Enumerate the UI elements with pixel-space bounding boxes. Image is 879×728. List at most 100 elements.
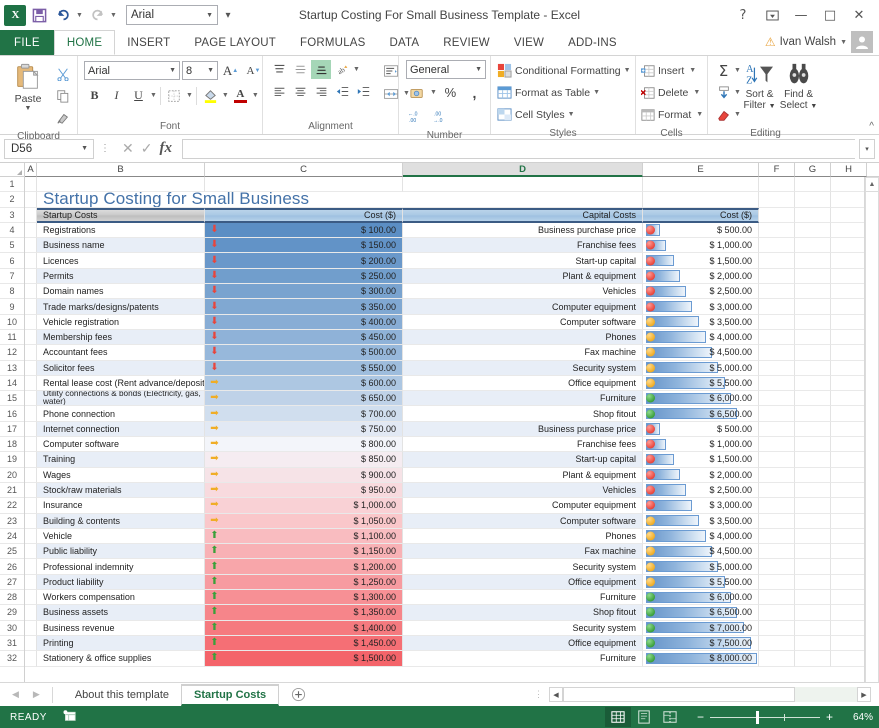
startup-cost-value[interactable]: ⬇ $ 150.00 [205, 238, 403, 254]
tab-home[interactable]: HOME [53, 30, 116, 55]
cell-F4[interactable] [759, 222, 795, 239]
capital-cost-value[interactable]: $ 5,000.00 [643, 360, 759, 376]
startup-cost-label[interactable]: Product liability [37, 574, 205, 591]
capital-cost-label[interactable]: Computer software [403, 314, 643, 330]
startup-cost-label[interactable]: Registrations [37, 222, 205, 239]
header-startup-costs[interactable]: Startup Costs [37, 207, 205, 223]
row-header-3[interactable]: 3 [0, 208, 24, 223]
cell-G25[interactable] [795, 544, 831, 560]
underline-button[interactable]: U [128, 85, 149, 106]
startup-cost-value[interactable]: ⬇ $ 200.00 [205, 253, 403, 269]
cell-G26[interactable] [795, 559, 831, 575]
capital-cost-value[interactable]: $ 500.00 [643, 421, 759, 438]
startup-cost-label[interactable]: Building & contents [37, 513, 205, 529]
cell-G27[interactable] [795, 574, 831, 591]
startup-cost-label[interactable]: Vehicle [37, 528, 205, 545]
cell-A23[interactable] [25, 513, 37, 529]
startup-cost-label[interactable]: Printing [37, 635, 205, 652]
cell-A29[interactable] [25, 605, 37, 621]
decrease-decimal-icon[interactable]: .00 →.0 [431, 106, 452, 127]
maximize-icon[interactable]: □ [816, 4, 844, 26]
cell-F17[interactable] [759, 421, 795, 438]
column-header-a[interactable]: A [25, 163, 37, 177]
cell-F1[interactable] [759, 177, 795, 193]
minimize-icon[interactable]: — [787, 4, 815, 26]
column-header-e[interactable]: E [643, 163, 759, 177]
capital-cost-label[interactable]: Office equipment [403, 635, 643, 652]
capital-cost-value[interactable]: $ 6,500.00 [643, 406, 759, 422]
column-header-d[interactable]: D [403, 163, 643, 177]
capital-cost-value[interactable]: $ 1,000.00 [643, 437, 759, 453]
row-header-27[interactable]: 27 [0, 575, 24, 591]
cell-F12[interactable] [759, 345, 795, 361]
underline-dropdown-icon[interactable]: ▼ [150, 92, 157, 99]
row-header-11[interactable]: 11 [0, 330, 24, 346]
startup-cost-label[interactable]: Accountant fees [37, 345, 205, 361]
capital-cost-label[interactable]: Furniture [403, 651, 643, 667]
tab-formulas[interactable]: FORMULAS [288, 30, 378, 55]
cell-A32[interactable] [25, 651, 37, 667]
capital-cost-label[interactable]: Security system [403, 620, 643, 636]
format-as-table-button[interactable]: Format as Table ▼ [497, 82, 600, 103]
startup-cost-label[interactable]: Public liability [37, 544, 205, 560]
zoom-slider[interactable] [709, 710, 820, 724]
startup-cost-value[interactable]: ⬆ $ 1,150.00 [205, 544, 403, 560]
cell-G19[interactable] [795, 452, 831, 468]
paste-dropdown-icon[interactable]: ▼ [25, 105, 32, 112]
sheet-tab-startup-costs[interactable]: Startup Costs [181, 683, 280, 706]
align-right-icon[interactable] [311, 82, 331, 101]
borders-icon[interactable] [164, 85, 185, 106]
row-header-14[interactable]: 14 [0, 376, 24, 392]
cell-G5[interactable] [795, 238, 831, 254]
capital-cost-label[interactable]: Start-up capital [403, 452, 643, 468]
cell-H23[interactable] [831, 514, 864, 529]
capital-cost-label[interactable]: Franchise fees [403, 238, 643, 254]
cell-H21[interactable] [831, 483, 864, 499]
paste-button[interactable]: Paste ▼ [4, 60, 52, 112]
capital-cost-value[interactable]: $ 3,500.00 [643, 314, 759, 330]
number-format-select[interactable]: General ▼ [406, 60, 486, 79]
row-header-9[interactable]: 9 [0, 299, 24, 315]
capital-cost-label[interactable]: Vehicles [403, 284, 643, 300]
cell-G30[interactable] [795, 620, 831, 636]
cell-F23[interactable] [759, 513, 795, 529]
cell-G28[interactable] [795, 590, 831, 606]
cell-F2[interactable] [759, 192, 795, 208]
capital-cost-label[interactable]: Computer equipment [403, 299, 643, 315]
startup-cost-value[interactable]: ⬆ $ 1,500.00 [205, 651, 403, 667]
capital-cost-value[interactable]: $ 6,000.00 [643, 391, 759, 407]
tab-review[interactable]: REVIEW [431, 30, 502, 55]
font-color-dropdown-icon[interactable]: ▼ [252, 92, 259, 99]
capital-cost-value[interactable]: $ 4,000.00 [643, 528, 759, 545]
cell-G9[interactable] [795, 299, 831, 315]
cell-H13[interactable] [831, 361, 864, 376]
startup-cost-value[interactable]: ➡ $ 650.00 [205, 391, 403, 407]
cell-H9[interactable] [831, 299, 864, 315]
capital-cost-label[interactable]: Phones [403, 329, 643, 346]
cell-F18[interactable] [759, 437, 795, 453]
row-header-1[interactable]: 1 [0, 177, 24, 193]
capital-cost-label[interactable]: Fax machine [403, 544, 643, 560]
cell-H26[interactable] [831, 559, 864, 575]
column-header-f[interactable]: F [759, 163, 795, 177]
capital-cost-label[interactable]: Furniture [403, 590, 643, 606]
cell-G11[interactable] [795, 329, 831, 346]
cell-F30[interactable] [759, 620, 795, 636]
hscroll-left-icon[interactable]: ◀ [549, 687, 563, 702]
cell-A13[interactable] [25, 360, 37, 376]
borders-dropdown-icon[interactable]: ▼ [186, 92, 193, 99]
cell-A4[interactable] [25, 222, 37, 239]
font-size-input[interactable]: 8 ▼ [182, 61, 218, 80]
cell-G13[interactable] [795, 360, 831, 376]
tab-view[interactable]: VIEW [502, 30, 556, 55]
cell-F8[interactable] [759, 284, 795, 300]
formula-input[interactable] [181, 138, 855, 159]
cell-D1[interactable] [403, 177, 643, 193]
row-header-5[interactable]: 5 [0, 238, 24, 254]
horizontal-scrollbar[interactable]: ◀ ▶ [549, 687, 871, 702]
capital-cost-value[interactable]: $ 4,500.00 [643, 345, 759, 361]
cell-F10[interactable] [759, 314, 795, 330]
cell-G3[interactable] [795, 207, 831, 223]
row-header-10[interactable]: 10 [0, 315, 24, 330]
cell-H20[interactable] [831, 468, 864, 483]
